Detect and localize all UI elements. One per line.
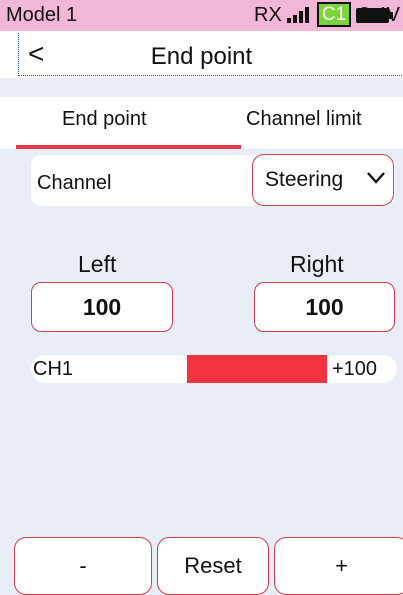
signal-strength-icon [287, 7, 311, 23]
channel-label: Channel [37, 172, 112, 194]
channel-selected-value: Steering [265, 168, 344, 191]
increase-button[interactable]: + [274, 537, 403, 595]
battery-voltage: 8.4V [358, 4, 400, 26]
channel-dropdown[interactable]: Steering [252, 154, 394, 206]
bar-value-label: +100 [332, 358, 378, 380]
bar-channel-label: CH1 [33, 358, 74, 380]
decrease-button[interactable]: - [14, 537, 152, 595]
title-bar: < End point [0, 31, 403, 78]
rx-label: RX [254, 4, 282, 26]
left-label: Left [78, 251, 117, 277]
tab-end-point[interactable]: End point [62, 107, 147, 131]
right-value-field[interactable]: 100 [254, 282, 395, 332]
channel-output-bar: CH1 +100 [31, 355, 397, 383]
output-bar-fill [187, 355, 327, 383]
status-bar: Model 1 RX C1 8.4V [0, 0, 403, 31]
left-value-field[interactable]: 100 [31, 282, 173, 332]
active-tab-indicator [16, 145, 241, 149]
chevron-down-icon [367, 172, 385, 184]
channel-badge: C1 [317, 2, 351, 27]
right-label: Right [290, 251, 344, 277]
tab-bar: End point Channel limit [0, 97, 403, 149]
reset-button[interactable]: Reset [157, 537, 269, 595]
channel-row: Channel Steering [31, 154, 395, 206]
model-name: Model 1 [6, 4, 78, 26]
page-title: End point [150, 43, 253, 70]
tab-channel-limit[interactable]: Channel limit [246, 107, 362, 131]
